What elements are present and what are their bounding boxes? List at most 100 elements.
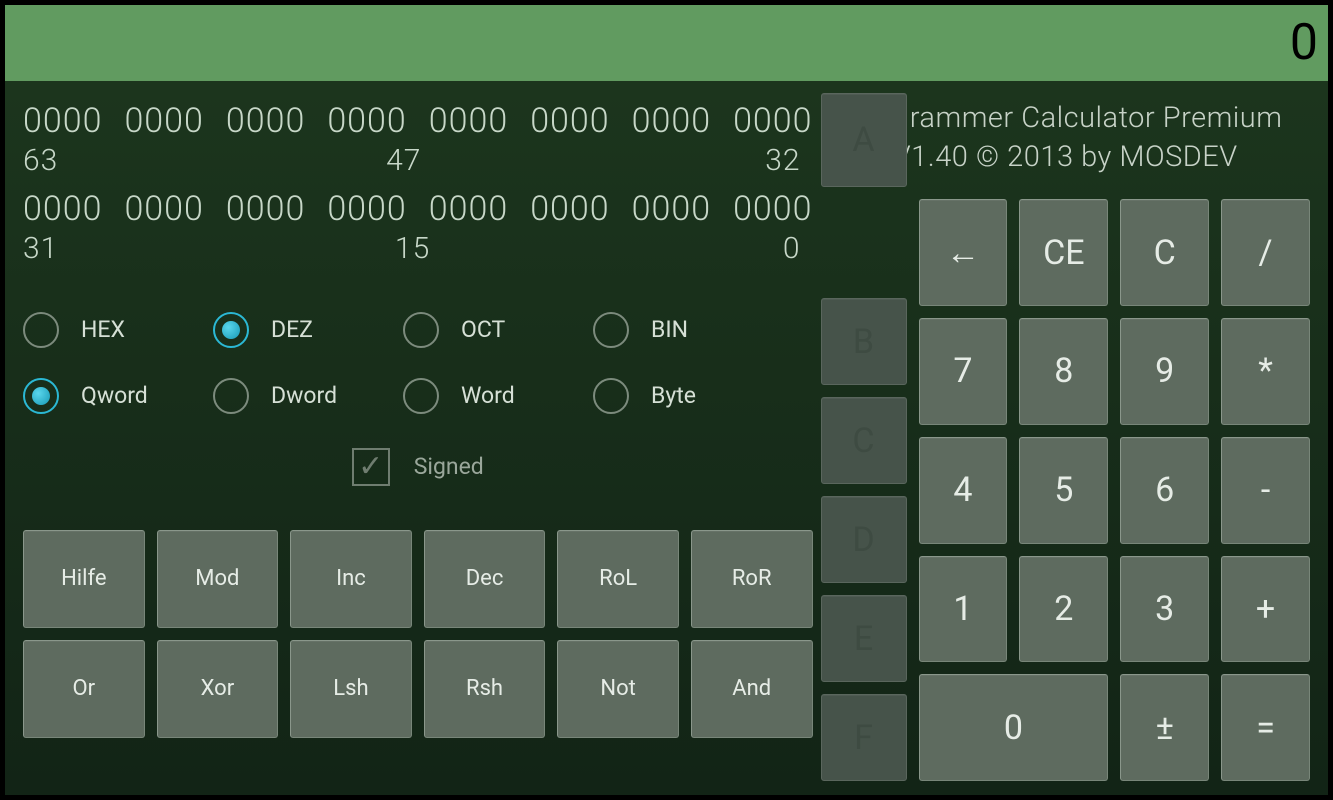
rol-button[interactable]: RoL [557, 530, 679, 628]
digit-0-button[interactable]: 0 [919, 674, 1109, 781]
digit-6-button[interactable]: 6 [1120, 437, 1209, 544]
numeric-keypad: ← CE C / 7 8 9 * 4 5 6 - 1 2 3 + 0 [919, 199, 1311, 781]
radio-label: HEX [81, 316, 125, 343]
radio-icon [403, 378, 439, 414]
bit-nibble[interactable]: 0000 [429, 187, 508, 233]
left-panel: 0000 0000 0000 0000 0000 0000 0000 0000 63 47 3… [23, 99, 813, 781]
radio-icon [23, 312, 59, 348]
radio-icon [213, 312, 249, 348]
hilfe-button[interactable]: Hilfe [23, 530, 145, 628]
digit-3-button[interactable]: 3 [1120, 556, 1209, 663]
radio-label: Byte [651, 382, 696, 409]
xor-button[interactable]: Xor [157, 640, 279, 738]
bit-nibble[interactable]: 0000 [226, 99, 305, 145]
radio-qword[interactable]: Qword [23, 378, 183, 414]
or-button[interactable]: Or [23, 640, 145, 738]
bit-nibble[interactable]: 0000 [733, 99, 812, 145]
bit-nibble[interactable]: 0000 [429, 99, 508, 145]
operation-grid: HilfeModIncDecRoLRoR OrXorLshRshNotAnd [23, 530, 813, 738]
mod-button[interactable]: Mod [157, 530, 279, 628]
bit-nibble[interactable]: 0000 [23, 99, 102, 145]
hex-f-button: F [821, 694, 907, 781]
bit-nibble[interactable]: 0000 [23, 187, 102, 233]
hex-a-button: A [821, 93, 907, 187]
clear-button[interactable]: C [1120, 199, 1209, 306]
not-button[interactable]: Not [557, 640, 679, 738]
radio-icon [23, 378, 59, 414]
radio-label: Word [461, 382, 515, 409]
bit-nibble[interactable]: 0000 [124, 187, 203, 233]
equals-button[interactable]: = [1221, 674, 1310, 781]
hex-d-button: D [821, 496, 907, 583]
check-icon: ✓ [358, 452, 383, 482]
bit-nibble[interactable]: 0000 [632, 99, 711, 145]
radio-byte[interactable]: Byte [593, 378, 753, 414]
radio-icon [403, 312, 439, 348]
backspace-button[interactable]: ← [919, 199, 1008, 306]
radio-icon [593, 312, 629, 348]
hex-key-column: ABCDEF [821, 199, 907, 781]
bit-label: 31 [23, 229, 58, 270]
signed-checkbox[interactable]: ✓ [352, 448, 390, 486]
size-row: Qword Dword Word Byte [23, 378, 813, 414]
radio-word[interactable]: Word [403, 378, 563, 414]
rsh-button[interactable]: Rsh [424, 640, 546, 738]
inc-button[interactable]: Inc [290, 530, 412, 628]
digit-4-button[interactable]: 4 [919, 437, 1008, 544]
keypad-wrap: ABCDEF ← CE C / 7 8 9 * 4 5 6 - 1 2 3 [821, 199, 1311, 781]
multiply-button[interactable]: * [1221, 318, 1310, 425]
radio-bin[interactable]: BIN [593, 312, 753, 348]
radio-hex[interactable]: HEX [23, 312, 183, 348]
result-display: 0 [5, 5, 1328, 81]
bit-display: 0000 0000 0000 0000 0000 0000 0000 0000 63 47 3… [23, 99, 813, 276]
bit-row-low: 0000 0000 0000 0000 0000 0000 0000 0000 [23, 187, 813, 233]
bit-nibble[interactable]: 0000 [530, 99, 609, 145]
radio-label: Dword [271, 382, 337, 409]
bit-nibble[interactable]: 0000 [124, 99, 203, 145]
digit-9-button[interactable]: 9 [1120, 318, 1209, 425]
bit-nibble[interactable]: 0000 [226, 187, 305, 233]
bit-nibble[interactable]: 0000 [530, 187, 609, 233]
bit-labels-low: 31 15 0 [23, 229, 813, 270]
bit-label: 63 [23, 141, 58, 182]
bit-nibble[interactable]: 0000 [632, 187, 711, 233]
bit-nibble[interactable]: 0000 [327, 99, 406, 145]
bit-label: 15 [395, 229, 430, 270]
signed-row: ✓ Signed [23, 448, 813, 486]
lsh-button[interactable]: Lsh [290, 640, 412, 738]
bit-label: 47 [386, 141, 421, 182]
bit-labels-high: 63 47 32 [23, 141, 813, 182]
clear-entry-button[interactable]: CE [1019, 199, 1108, 306]
radio-label: BIN [651, 316, 688, 343]
bit-nibble[interactable]: 0000 [327, 187, 406, 233]
bit-label: 0 [783, 229, 801, 270]
radix-row: HEX DEZ OCT BIN [23, 312, 813, 348]
add-button[interactable]: + [1221, 556, 1310, 663]
digit-7-button[interactable]: 7 [919, 318, 1008, 425]
radio-label: DEZ [271, 316, 313, 343]
radio-label: Qword [81, 382, 148, 409]
divide-button[interactable]: / [1221, 199, 1310, 306]
ror-button[interactable]: RoR [691, 530, 813, 628]
hex-c-button: C [821, 397, 907, 484]
subtract-button[interactable]: - [1221, 437, 1310, 544]
radio-dez[interactable]: DEZ [213, 312, 373, 348]
result-value: 0 [1290, 14, 1318, 72]
radio-block: HEX DEZ OCT BIN Qword Dword Word Byte [23, 312, 813, 414]
bit-nibble[interactable]: 0000 [733, 187, 812, 233]
and-button[interactable]: And [691, 640, 813, 738]
main-area: 00000000000000000000000000000000 63 47 3… [5, 81, 1328, 795]
signed-label: Signed [414, 453, 484, 480]
bit-row-high: 0000 0000 0000 0000 0000 0000 0000 0000 [23, 99, 813, 145]
radio-label: OCT [461, 316, 505, 343]
digit-2-button[interactable]: 2 [1019, 556, 1108, 663]
radio-icon [213, 378, 249, 414]
radio-icon [593, 378, 629, 414]
dec-button[interactable]: Dec [424, 530, 546, 628]
radio-oct[interactable]: OCT [403, 312, 563, 348]
digit-5-button[interactable]: 5 [1019, 437, 1108, 544]
radio-dword[interactable]: Dword [213, 378, 373, 414]
digit-8-button[interactable]: 8 [1019, 318, 1108, 425]
plus-minus-button[interactable]: ± [1120, 674, 1209, 781]
digit-1-button[interactable]: 1 [919, 556, 1008, 663]
